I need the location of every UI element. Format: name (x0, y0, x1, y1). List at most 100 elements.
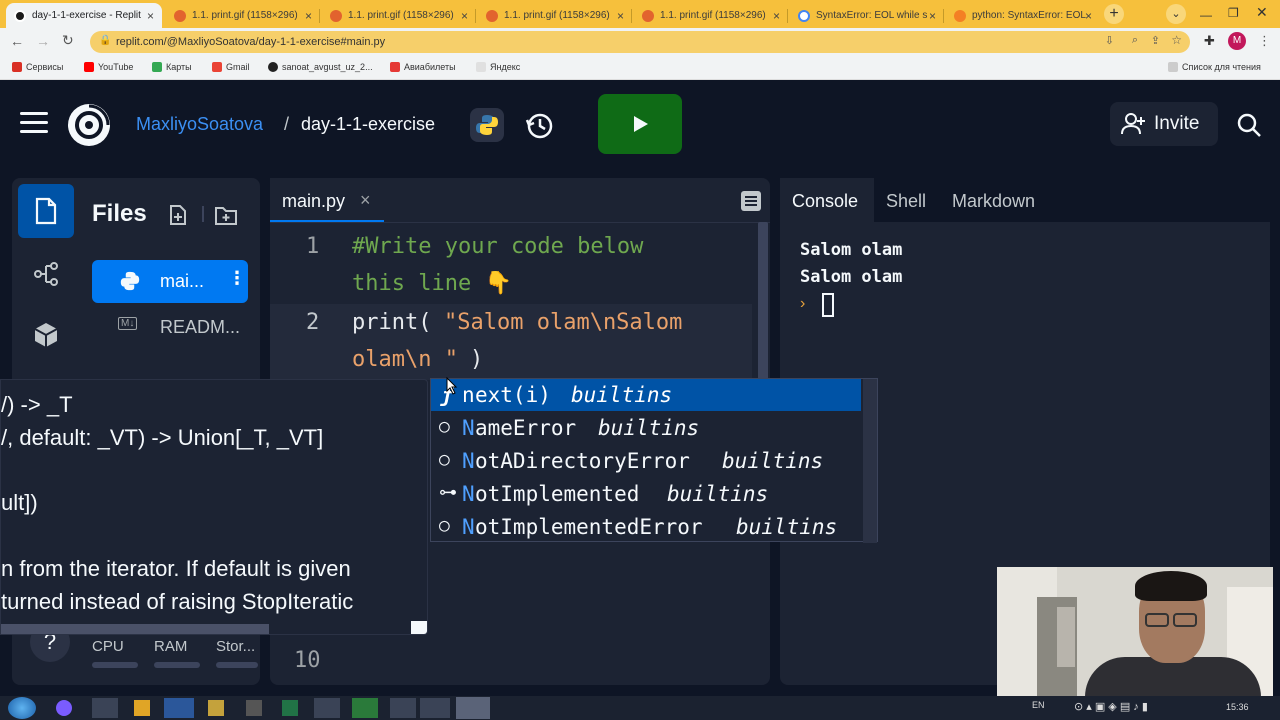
close-tab-icon[interactable]: × (773, 9, 780, 23)
forward-icon[interactable]: → (36, 33, 50, 49)
run-button[interactable] (598, 94, 682, 154)
url-bar[interactable]: 🔒 replit.com/@MaxliyoSoatova/day-1-1-exe… (90, 31, 1190, 53)
autocomplete-item[interactable]: ○ N otADirectoryError builtins (431, 445, 861, 477)
taskbar-app-icon[interactable] (390, 698, 416, 718)
taskbar-app-icon[interactable] (314, 698, 340, 718)
close-tab-icon[interactable]: × (461, 9, 468, 23)
taskbar-media-icon[interactable] (134, 700, 150, 716)
editor-tab-main-py[interactable]: main.py × (270, 178, 384, 222)
clock[interactable]: 15:36 (1226, 702, 1249, 712)
python-language-icon[interactable] (470, 108, 504, 142)
install-icon[interactable]: ⇩ (1105, 34, 1114, 47)
browser-tab-gif-4[interactable]: 1.1. print.gif (1158×296) × (634, 3, 788, 28)
browser-tab-gif-3[interactable]: 1.1. print.gif (1158×296) × (478, 3, 632, 28)
key-icon: ⊶ (439, 482, 457, 503)
menu-kebab-icon[interactable]: ⋮ (1258, 33, 1271, 49)
bookmark-maps[interactable]: Карты (152, 62, 192, 72)
version-control-icon[interactable] (32, 260, 60, 293)
tab-search-icon[interactable]: ⌄ (1166, 4, 1186, 24)
taskbar-explorer-icon[interactable] (92, 698, 118, 718)
browser-tab-replit[interactable]: day-1-1-exercise - Replit × (6, 3, 162, 28)
tray-icons[interactable]: ⊙ ▴ ▣ ◈ ▤ ♪ ▮ (1074, 700, 1148, 713)
editor-scrollbar[interactable] (758, 222, 768, 402)
editor-tab-label: main.py (282, 191, 346, 211)
bookmark-services[interactable]: Сервисы (12, 62, 63, 72)
stackoverflow-icon (954, 9, 966, 22)
history-icon[interactable] (524, 110, 556, 147)
close-tab-icon[interactable]: × (147, 9, 154, 23)
taskbar-app-icon[interactable] (56, 700, 72, 716)
replit-favicon-icon (14, 9, 26, 22)
yandex-icon (476, 62, 486, 72)
browser-tab-gif-1[interactable]: 1.1. print.gif (1158×296) × (166, 3, 320, 28)
taskbar-active-app-icon[interactable] (456, 697, 490, 719)
close-tab-icon[interactable]: × (617, 9, 624, 23)
hamburger-menu-icon[interactable] (20, 112, 48, 134)
language-indicator[interactable]: EN (1032, 700, 1045, 710)
new-folder-icon[interactable] (214, 204, 238, 231)
reload-icon[interactable]: ↻ (62, 32, 74, 49)
windows-taskbar: EN ⊙ ▴ ▣ ◈ ▤ ♪ ▮ 15:36 (0, 696, 1280, 720)
code-line-2[interactable]: 2 print( "Salom olam\nSalom olam\n " ) (270, 304, 752, 380)
search-icon[interactable] (1236, 112, 1262, 143)
zoom-icon[interactable]: ⌕ (1132, 34, 1138, 47)
bookmark-gmail[interactable]: Gmail (212, 62, 250, 72)
autocomplete-item[interactable]: ⊶ N otImplemented builtins (431, 478, 861, 510)
invite-button[interactable]: Invite (1110, 102, 1218, 146)
back-icon[interactable]: ← (10, 33, 24, 49)
taskbar-chrome-icon[interactable] (420, 698, 450, 718)
maximize-icon[interactable]: ❐ (1228, 6, 1239, 20)
editor-format-icon[interactable] (740, 190, 762, 217)
tooltip-scrollbar[interactable] (1, 624, 269, 634)
file-menu-kebab-icon[interactable]: ⋮ (228, 268, 246, 289)
files-tool-button[interactable] (18, 184, 74, 238)
bookmark-yandex[interactable]: Яндекс (476, 62, 520, 72)
autocomplete-item[interactable]: ○ N otImplementedError builtins (431, 511, 861, 543)
browser-tab-gif-2[interactable]: 1.1. print.gif (1158×296) × (322, 3, 476, 28)
close-tab-icon[interactable]: × (929, 9, 936, 23)
star-icon[interactable]: ☆ (1171, 33, 1182, 47)
autocomplete-item[interactable]: ƒ n ext(i) builtins (431, 379, 861, 411)
tab-console[interactable]: Console (780, 178, 874, 222)
console-cursor[interactable] (822, 293, 834, 317)
start-button-icon[interactable] (8, 697, 36, 719)
tab-markdown[interactable]: Markdown (952, 191, 1035, 212)
code-comment: #Write your code below (352, 234, 644, 259)
minimize-icon[interactable]: — (1200, 8, 1212, 22)
taskbar-app-icon[interactable] (246, 700, 262, 716)
documentation-tooltip: /) -> _T /, default: _VT) -> Union[_T, _… (0, 379, 428, 635)
repl-owner-link[interactable]: MaxliyoSoatova (136, 114, 263, 135)
repl-name[interactable]: day-1-1-exercise (301, 114, 435, 135)
profile-avatar[interactable]: M (1228, 32, 1246, 50)
taskbar-app-icon[interactable] (208, 700, 224, 716)
file-item-readme[interactable]: M↓ READM... (92, 310, 248, 346)
bookmark-aviabilety[interactable]: Авиабилеты (390, 62, 456, 72)
tooltip-resize-handle[interactable] (411, 621, 427, 634)
close-tab-icon[interactable]: × (360, 190, 371, 211)
tab-shell[interactable]: Shell (886, 191, 926, 212)
browser-tab-syntax-google[interactable]: SyntaxError: EOL while s × (790, 3, 944, 28)
new-tab-button[interactable]: + (1104, 4, 1124, 24)
completion-label: otADirectoryError (475, 449, 690, 473)
browser-tab-title: SyntaxError: EOL while s (816, 10, 928, 21)
autocomplete-item[interactable]: ○ N ameError builtins (431, 412, 861, 444)
reading-list[interactable]: Список для чтения (1168, 62, 1261, 72)
browser-tab-syntax-so[interactable]: python: SyntaxError: EOL × (946, 3, 1100, 28)
line-number: 1 (306, 234, 320, 259)
new-file-icon[interactable] (168, 204, 188, 231)
window-close-icon[interactable]: ✕ (1256, 4, 1268, 21)
close-tab-icon[interactable]: × (1085, 9, 1092, 23)
packages-icon[interactable] (32, 320, 60, 353)
bookmark-sanoat[interactable]: sanoat_avgust_uz_2... (268, 62, 373, 72)
replit-logo-icon[interactable] (66, 102, 112, 148)
extensions-icon[interactable]: ✚ (1204, 33, 1215, 49)
autocomplete-scrollbar[interactable] (863, 379, 877, 543)
taskbar-excel-icon[interactable] (282, 700, 298, 716)
close-tab-icon[interactable]: × (305, 9, 312, 23)
code-line-1[interactable]: 1 #Write your code below this line 👇 (270, 226, 750, 302)
bookmark-youtube[interactable]: YouTube (84, 62, 133, 72)
taskbar-app-icon[interactable] (352, 698, 378, 718)
file-item-main-py[interactable]: mai... ⋮ (92, 260, 248, 303)
taskbar-word-icon[interactable] (164, 698, 194, 718)
share-icon[interactable]: ⇪ (1151, 34, 1160, 47)
